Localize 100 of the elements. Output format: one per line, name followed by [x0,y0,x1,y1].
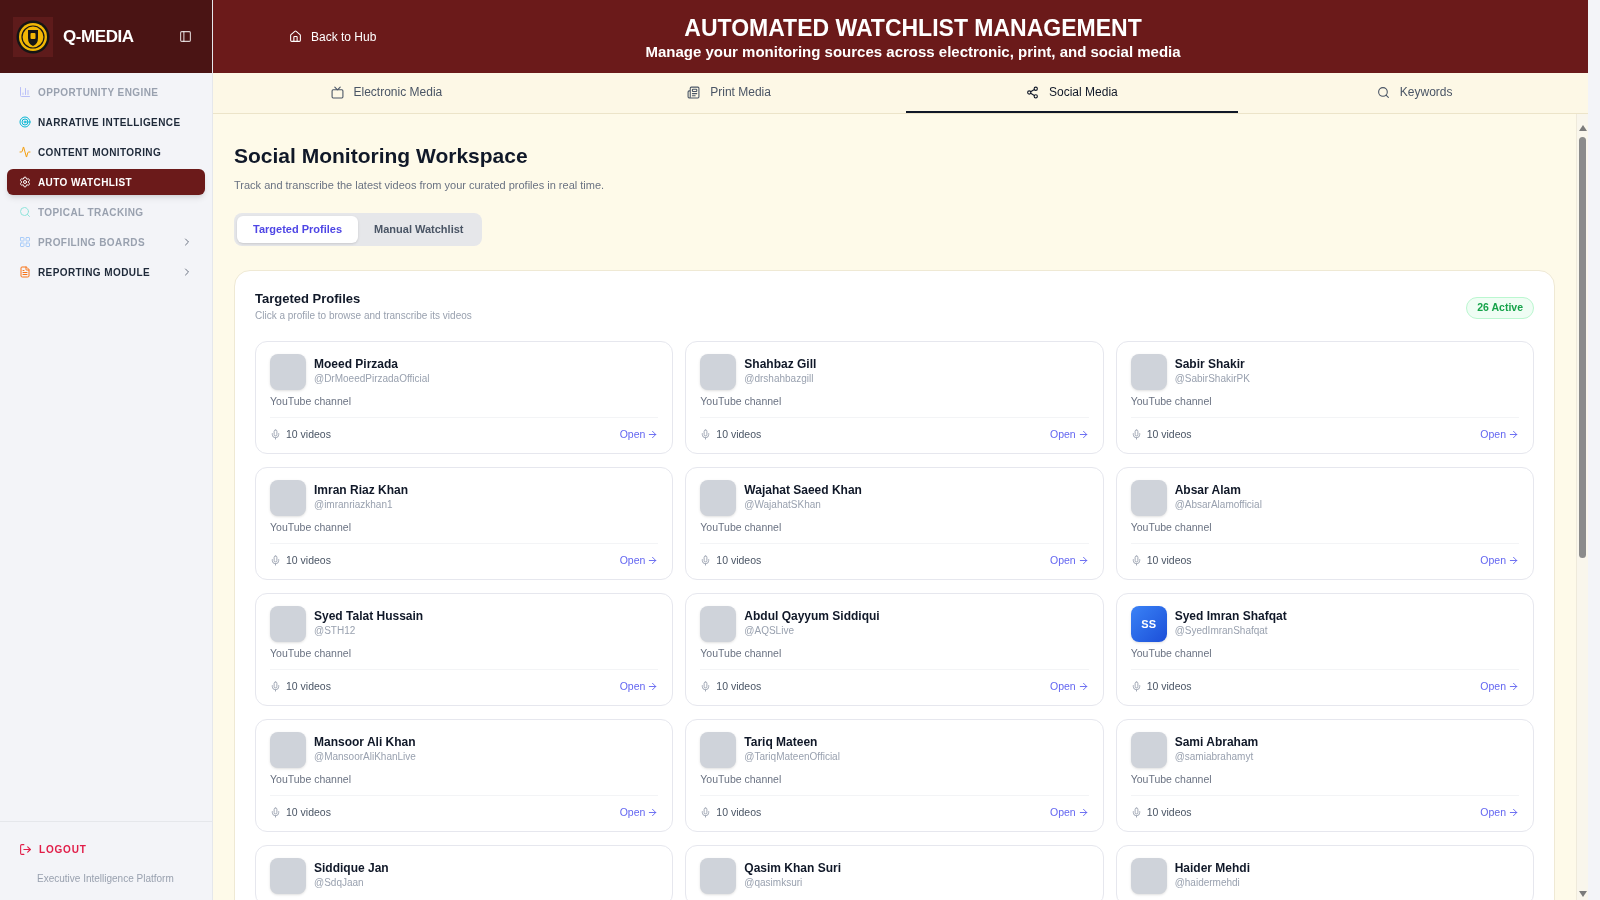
profile-name: Tariq Mateen [744,734,819,750]
photo-placeholder [270,606,306,642]
profile-card[interactable]: Siddique Jan @SdqJaan [255,845,674,900]
photo-placeholder [270,732,306,768]
open-link[interactable]: Open [619,552,659,568]
logo-icon [13,16,53,57]
profile-card[interactable]: Wajahat Saeed Khan @WajahatSKhan YouTube channel 10 videos Open [685,467,1104,580]
open-link[interactable]: Open [1480,426,1519,442]
microphone-icon [700,554,712,566]
segment-tab[interactable]: Targeted Profiles [237,216,359,243]
microphone-icon [700,428,712,440]
photo-placeholder [700,732,737,768]
target-icon [19,116,31,128]
profile-card[interactable]: Moeed Pirzada @DrMoeedPirzadaOfficial YouTube channel 10 videos Open [255,341,674,454]
scrollbar-thumb[interactable] [1579,137,1586,558]
panel-subtitle: Click a profile to browse and transcribe its videos [255,309,472,323]
settings-icon [19,176,31,188]
photo-placeholder [1130,354,1167,390]
open-link[interactable]: Open [619,804,659,820]
profile-source: YouTube channel [1130,772,1213,787]
arrow-right-icon [1077,680,1089,692]
profile-name: Syed Imran Shafqat [1174,608,1287,624]
microphone-icon [270,806,281,818]
profile-name: Mansoor Ali Khan [314,734,416,750]
open-link[interactable]: Open [1480,804,1519,820]
segment-tab[interactable]: Manual Watchlist [358,216,480,243]
microphone-icon [1130,806,1142,818]
profile-card[interactable]: SS Syed Imran Shafqat @SyedImranShafqat YouTube channel 10 videos Open [1115,593,1534,706]
profile-source: YouTube channel [270,646,352,661]
photo-placeholder [1130,858,1167,894]
profile-handle: @MansoorAliKhanLive [314,750,416,764]
profile-card[interactable]: Shahbaz Gill @drshahbazgill YouTube channel 10 videos Open [685,341,1104,454]
sidebar-item[interactable]: REPORTING MODULE [7,259,205,285]
scroll-down-arrow-icon[interactable] [1578,891,1587,897]
logout-icon [19,842,32,856]
microphone-icon [270,680,281,692]
arrow-right-icon [1508,806,1519,818]
open-link[interactable]: Open [1480,552,1519,568]
platform-caption: Executive Intelligence Platform [37,872,175,886]
workspace-description: Track and transcribe the latest videos from your curated profiles in real time. [234,178,606,193]
photo-placeholder [270,858,306,894]
profile-source: YouTube channel [270,394,352,409]
profile-handle: @AQSLive [744,624,795,638]
microphone-icon [1130,554,1142,566]
profile-name: Siddique Jan [314,860,389,876]
tv-icon [330,85,344,99]
open-link[interactable]: Open [1049,678,1089,694]
profile-name: Sami Abraham [1174,734,1259,750]
newspaper-icon [687,85,701,99]
photo-placeholder [1130,732,1167,768]
profile-card[interactable]: Syed Talat Hussain @STH12 YouTube channel 10 videos Open [255,593,674,706]
back-to-hub-button[interactable]: Back to Hub [289,27,377,46]
open-link[interactable]: Open [619,678,659,694]
media-tab[interactable]: Keywords [1248,73,1581,113]
sidebar-item[interactable]: AUTO WATCHLIST [7,169,205,195]
profile-card[interactable]: Haider Mehdi @haidermehdi [1115,845,1534,900]
arrow-right-icon [1077,806,1089,818]
arrow-right-icon [647,806,659,818]
profile-handle: @AbsarAlamofficial [1174,498,1262,512]
microphone-icon [700,680,712,692]
open-link[interactable]: Open [1480,678,1519,694]
arrow-right-icon [1508,554,1519,566]
arrow-right-icon [1508,680,1519,692]
profile-card[interactable]: Mansoor Ali Khan @MansoorAliKhanLive YouTube channel 10 videos Open [255,719,674,832]
sidebar-item[interactable]: NARRATIVE INTELLIGENCE [7,109,205,135]
profile-name: Qasim Khan Suri [744,860,842,876]
open-link[interactable]: Open [619,426,659,442]
video-count: 10 videos [1146,679,1192,694]
open-link[interactable]: Open [1049,552,1089,568]
search-icon [19,206,31,218]
profile-card[interactable]: Imran Riaz Khan @imranriazkhan1 YouTube channel 10 videos Open [255,467,674,580]
profile-handle: @SdqJaan [314,876,365,890]
profile-handle: @samiabrahamyt [1174,750,1255,764]
sidebar-toggle-icon[interactable] [179,30,192,43]
media-tab[interactable]: Print Media [562,73,896,113]
open-link[interactable]: Open [1049,426,1089,442]
profile-card[interactable]: Tariq Mateen @TariqMateenOfficial YouTube channel 10 videos Open [685,719,1104,832]
video-count: 10 videos [716,427,762,442]
arrow-right-icon [647,554,659,566]
page-subtitle: Manage your monitoring sources across electronic, print, and social media [645,42,1181,61]
logout-button[interactable]: LOGOUT [19,841,87,857]
profile-source: YouTube channel [700,646,783,661]
profile-handle: @TariqMateenOfficial [744,750,840,764]
profile-card[interactable]: Abdul Qayyum Siddiqui @AQSLive YouTube channel 10 videos Open [685,593,1104,706]
profile-card[interactable]: Sabir Shakir @SabirShakirPK YouTube channel 10 videos Open [1115,341,1534,454]
sidebar-item[interactable]: CONTENT MONITORING [7,139,205,165]
search-icon [1376,85,1390,99]
microphone-icon [1130,680,1142,692]
video-count: 10 videos [716,553,762,568]
bar-chart-icon [19,86,31,98]
media-tab[interactable]: Electronic Media [220,73,553,113]
scroll-up-arrow-icon[interactable] [1578,125,1587,131]
profile-card[interactable]: Absar Alam @AbsarAlamofficial YouTube channel 10 videos Open [1115,467,1534,580]
open-link[interactable]: Open [1049,804,1089,820]
video-count: 10 videos [286,679,331,694]
profile-card[interactable]: Qasim Khan Suri @qasimksuri [685,845,1104,900]
profile-source: YouTube channel [1130,520,1213,535]
profile-card[interactable]: Sami Abraham @samiabrahamyt YouTube channel 10 videos Open [1115,719,1534,832]
photo-placeholder [270,354,306,390]
profile-source: YouTube channel [1130,646,1213,661]
